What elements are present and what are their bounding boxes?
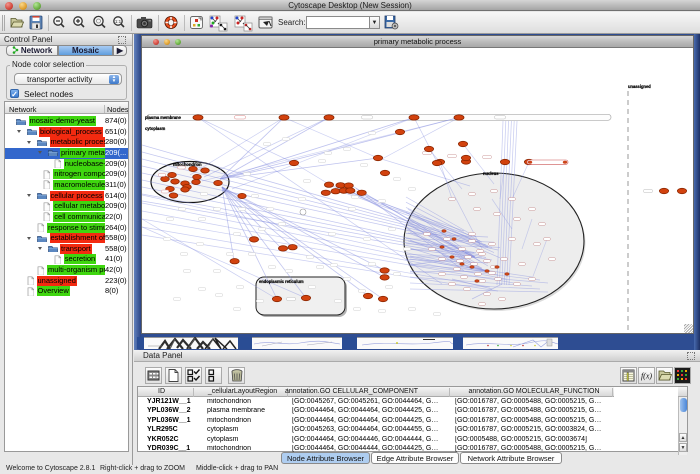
svg-text:f(x): f(x) [641, 372, 652, 381]
svg-text:endoplasmic reticulum: endoplasmic reticulum [259, 279, 304, 284]
svg-text:mitochondrion: mitochondrion [173, 162, 202, 167]
svg-text:cytoplasm: cytoplasm [145, 126, 166, 131]
svg-text:nucleus: nucleus [483, 171, 499, 176]
svg-text:1:1: 1:1 [115, 19, 122, 24]
svg-text:unassigned: unassigned [628, 84, 651, 89]
svg-text:plasma membrane: plasma membrane [145, 115, 182, 120]
